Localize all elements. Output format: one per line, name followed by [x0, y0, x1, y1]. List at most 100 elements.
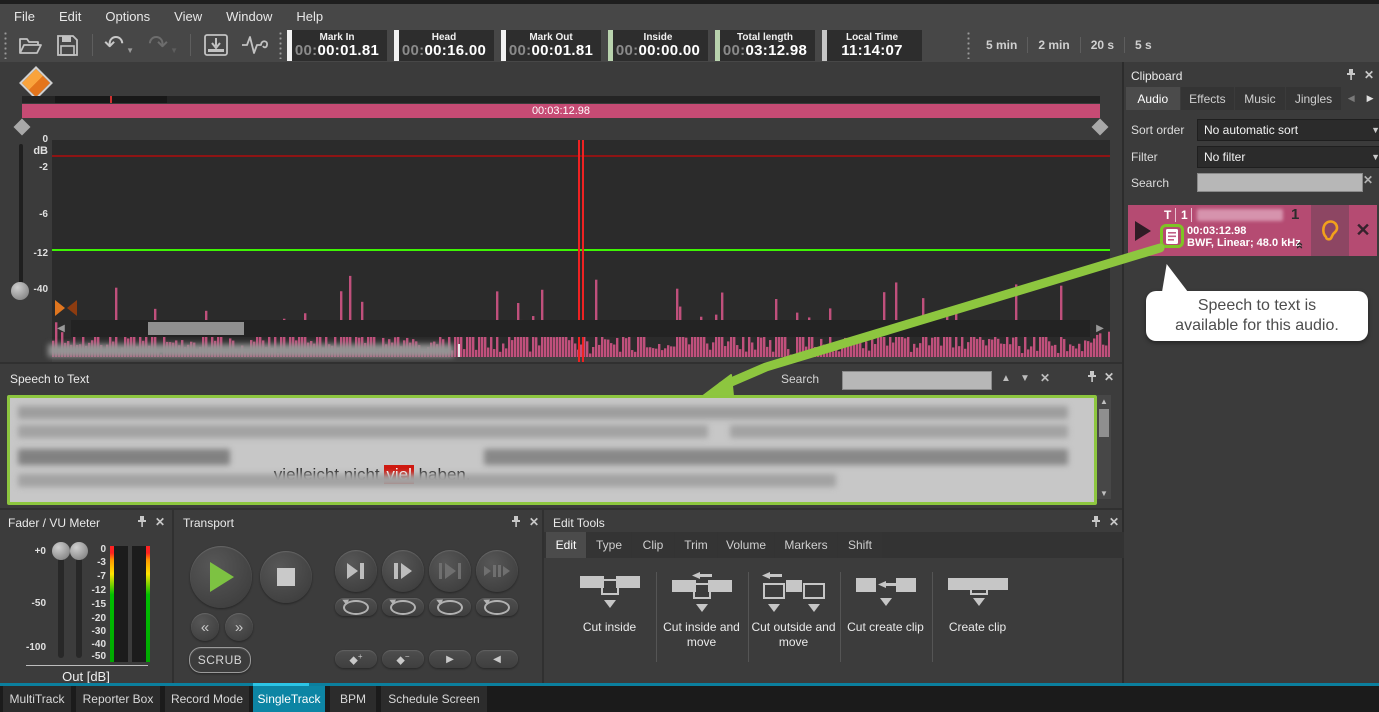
hscroll-thumb[interactable] — [148, 322, 244, 335]
export-audio-button[interactable] — [200, 32, 232, 58]
clipboard-tabs-scroll-left-icon[interactable]: ◀ — [1342, 87, 1360, 110]
rewind-button[interactable]: « — [191, 613, 219, 641]
tool-cut-inside-and-move[interactable]: Cut inside and move — [656, 558, 747, 650]
transport-panel-close-icon[interactable]: ✕ — [529, 516, 539, 528]
tab-type[interactable]: Type — [587, 532, 631, 558]
hscroll-left-arrow[interactable]: ◀ — [53, 320, 69, 337]
fader-panel-pin-icon[interactable] — [136, 516, 148, 528]
zoom-5s-button[interactable]: 5 s — [1125, 38, 1162, 52]
transcript-scroll-thumb[interactable] — [1099, 409, 1109, 437]
zoom-5min-button[interactable]: 5 min — [976, 38, 1027, 52]
tab-jingles[interactable]: Jingles — [1286, 87, 1342, 110]
tab-effects[interactable]: Effects — [1181, 87, 1235, 110]
fader-panel-close-icon[interactable]: ✕ — [155, 516, 165, 528]
edit-tools-pin-icon[interactable] — [1090, 516, 1102, 528]
fader-2-track[interactable] — [76, 550, 82, 658]
speech-search-prev-icon[interactable]: ▲ — [1001, 373, 1011, 384]
redo-button[interactable]: ↷ ▼ — [144, 30, 182, 60]
sort-order-dropdown[interactable]: No automatic sort ▼ — [1197, 119, 1379, 141]
filter-dropdown[interactable]: No filter ▼ — [1197, 146, 1379, 168]
item-play-button[interactable] — [1128, 205, 1158, 256]
scrub-button[interactable]: SCRUB — [189, 647, 251, 673]
menu-view[interactable]: View — [174, 9, 202, 24]
loop-4-button[interactable] — [476, 598, 518, 616]
zoom-20s-button[interactable]: 20 s — [1081, 38, 1124, 52]
bottom-tab-multitrack[interactable]: MultiTrack — [3, 686, 71, 712]
vertical-zoom-slider-track[interactable] — [19, 144, 23, 292]
open-file-button[interactable] — [15, 32, 45, 58]
clipboard-pin-icon[interactable] — [1345, 69, 1357, 81]
loop-3-button[interactable] — [429, 598, 471, 616]
bottom-tab-bpm[interactable]: BPM — [330, 686, 376, 712]
play-selection-button[interactable] — [429, 550, 471, 592]
loop-1-button[interactable] — [335, 598, 377, 616]
transcript-scroll-down-icon[interactable]: ▼ — [1097, 487, 1111, 499]
prev-marker-button[interactable]: ◀ — [476, 650, 518, 668]
toolbar-grip[interactable] — [278, 31, 283, 59]
item-collapse-icon[interactable]: « — [1293, 242, 1308, 249]
play-around-mark-button[interactable] — [476, 550, 518, 592]
item-remove-button[interactable]: ✕ — [1349, 205, 1377, 256]
undo-dropdown-caret[interactable]: ▼ — [126, 46, 134, 55]
tab-markers[interactable]: Markers — [775, 532, 837, 558]
fader-1-track[interactable] — [58, 550, 64, 658]
speech-panel-pin-icon[interactable] — [1086, 371, 1098, 383]
tab-audio[interactable]: Audio — [1126, 87, 1180, 110]
menu-file[interactable]: File — [14, 9, 35, 24]
loop-2-button[interactable] — [382, 598, 424, 616]
menu-edit[interactable]: Edit — [59, 9, 81, 24]
clipboard-search-clear-icon[interactable]: ✕ — [1363, 173, 1373, 187]
audio-processing-button[interactable] — [238, 32, 272, 58]
add-marker-button[interactable]: ◆+ — [335, 650, 377, 668]
bottom-tab-reporter-box[interactable]: Reporter Box — [76, 686, 160, 712]
menu-help[interactable]: Help — [296, 9, 323, 24]
transcript-scrollbar[interactable]: ▲ ▼ — [1097, 395, 1111, 499]
play-from-mark-button[interactable] — [382, 550, 424, 592]
mark-cursor-line[interactable] — [582, 140, 584, 375]
next-marker-button[interactable]: ▶ — [429, 650, 471, 668]
play-to-mark-button[interactable] — [335, 550, 377, 592]
tool-cut-outside-and-move[interactable]: Cut outside and move — [748, 558, 839, 650]
undo-button[interactable]: ↶ ▼ — [100, 30, 138, 60]
play-button[interactable] — [190, 546, 252, 608]
hscroll-right-arrow[interactable]: ▶ — [1092, 320, 1108, 337]
remove-marker-button[interactable]: ◆− — [382, 650, 424, 668]
speech-panel-close-icon[interactable]: ✕ — [1104, 371, 1114, 383]
overview-ruler[interactable] — [22, 96, 1100, 103]
speech-to-text-doc-button[interactable] — [1160, 224, 1184, 248]
tab-edit[interactable]: Edit — [546, 532, 586, 558]
tool-cut-inside[interactable]: Cut inside — [564, 558, 655, 635]
menu-options[interactable]: Options — [105, 9, 150, 24]
speech-search-input[interactable] — [842, 371, 992, 390]
tab-clip[interactable]: Clip — [632, 532, 674, 558]
toolbar-grip[interactable] — [3, 31, 8, 59]
range-handle-right[interactable] — [1092, 119, 1109, 136]
forward-button[interactable]: » — [225, 613, 253, 641]
menu-window[interactable]: Window — [226, 9, 272, 24]
clipboard-close-icon[interactable]: ✕ — [1364, 69, 1374, 81]
edit-tools-close-icon[interactable]: ✕ — [1109, 516, 1119, 528]
transport-panel-pin-icon[interactable] — [510, 516, 522, 528]
toolbar-grip[interactable] — [966, 31, 971, 59]
clipboard-search-input[interactable] — [1197, 173, 1363, 192]
bottom-tab-schedule-screen[interactable]: Schedule Screen — [381, 686, 487, 712]
hscroll-track[interactable] — [71, 320, 1090, 337]
bottom-tab-singletrack[interactable]: SingleTrack — [253, 686, 325, 712]
tool-create-clip[interactable]: Create clip — [932, 558, 1023, 635]
transcript-scroll-up-icon[interactable]: ▲ — [1097, 395, 1111, 407]
zoom-2min-button[interactable]: 2 min — [1028, 38, 1079, 52]
save-button[interactable] — [52, 32, 82, 58]
transcript-box[interactable]: vielleicht nicht viel haben. — [7, 395, 1097, 505]
item-listen-button[interactable] — [1311, 205, 1349, 256]
bottom-tab-record-mode[interactable]: Record Mode — [165, 686, 249, 712]
edit-marker-bowtie-icon[interactable] — [55, 300, 77, 316]
overview-clip-bar[interactable]: 00:03:12.98 — [22, 104, 1100, 118]
clipboard-tabs-scroll-right-icon[interactable]: ▶ — [1361, 87, 1379, 110]
fader-1-knob[interactable] — [52, 542, 70, 560]
clipboard-audio-item[interactable]: T 1 1 00:03:12.98 BWF, Linear; 48.0 kHz … — [1128, 205, 1377, 256]
tab-music[interactable]: Music — [1235, 87, 1285, 110]
tab-shift[interactable]: Shift — [838, 532, 882, 558]
stop-button[interactable] — [260, 551, 312, 603]
locator-marker-diamond[interactable] — [19, 66, 53, 100]
speech-search-next-icon[interactable]: ▼ — [1020, 373, 1030, 384]
